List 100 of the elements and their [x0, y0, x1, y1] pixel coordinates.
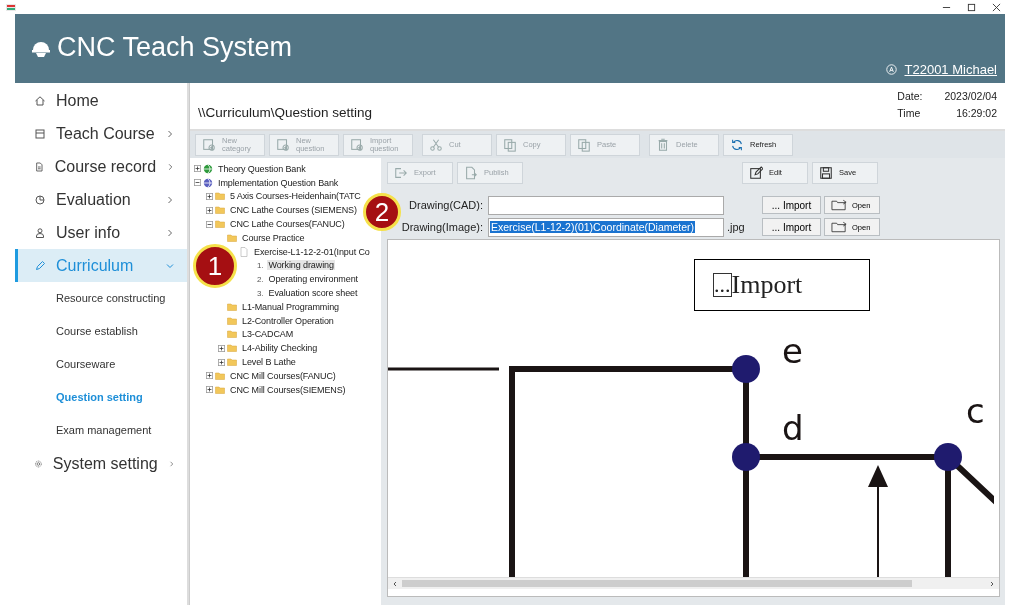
folder-icon [831, 221, 848, 233]
point-marker [934, 443, 962, 471]
horizontal-scrollbar[interactable] [388, 577, 999, 589]
nav-item[interactable]: Teach Course [15, 117, 187, 150]
add-document-icon [350, 137, 364, 152]
nav-subitem[interactable]: Course establish [15, 315, 187, 348]
import-button[interactable]: ... Import [762, 218, 821, 236]
maximize-icon[interactable] [967, 2, 976, 12]
expander-icon[interactable] [194, 165, 201, 173]
folder-icon [215, 205, 225, 216]
tree-item[interactable]: CNC Lathe Courses (SIEMENS) [229, 205, 358, 216]
tree-item[interactable]: L4-Ability Checking [241, 343, 319, 354]
document-arrow-icon [464, 166, 478, 180]
tree-item[interactable]: Working drawing [267, 260, 335, 271]
tree-item[interactable]: Evaluation score sheet [267, 288, 359, 299]
tree-item[interactable]: Exercise-L1-12-2-01(Input Co [253, 246, 371, 257]
copy-icon [503, 137, 517, 152]
point-label: e [782, 331, 803, 371]
folder-icon [215, 384, 225, 395]
expander-icon[interactable] [194, 179, 201, 187]
nav-item[interactable]: System setting [15, 447, 187, 480]
tree-item[interactable]: Implementation Question Bank [217, 177, 340, 188]
time-label: Time [897, 106, 921, 119]
point-marker [732, 355, 760, 383]
date-value: 2023/02/04 [944, 89, 997, 102]
input-field[interactable]: Exercise(L1-12-2)(01)Coordinate(Diameter) [488, 217, 724, 237]
tree-item[interactable]: Theory Question Bank [217, 163, 307, 174]
point-label: d [782, 408, 804, 448]
step-number: 2. [257, 274, 264, 284]
chevron-icon [166, 161, 175, 172]
chevron-icon [165, 128, 175, 139]
nav-subitem[interactable]: Resource constructing [15, 282, 187, 315]
tree-item[interactable]: Operating environment [267, 274, 359, 285]
nav-subitem[interactable]: Exam management [15, 414, 187, 447]
globe-icon [203, 163, 213, 174]
tree-item[interactable]: CNC Lathe Courses(FANUC) [229, 219, 346, 230]
tree-item[interactable]: Course Practice [241, 232, 306, 243]
expander-icon[interactable] [206, 220, 213, 228]
time-value: 16:29:02 [956, 106, 997, 119]
point-label: c [966, 391, 985, 431]
card-icon [34, 127, 46, 140]
date-label: Date: [897, 89, 923, 102]
tree-item[interactable]: L3-CADCAM [241, 329, 295, 340]
expander-icon[interactable] [218, 344, 225, 352]
ellipsis-mark: ... [713, 273, 732, 297]
tree-item[interactable]: 5 Axis Courses-Heidenhain(TATC [229, 191, 362, 202]
step-number: 3. [257, 288, 264, 298]
nav-subitem[interactable]: Question setting [15, 381, 187, 414]
scissors-icon [429, 137, 443, 152]
folder-icon [227, 315, 237, 326]
expander-icon[interactable] [206, 206, 213, 214]
tree-item[interactable]: CNC Mill Courses(FANUC) [229, 370, 337, 381]
note-text: Import [731, 270, 803, 300]
expander-icon[interactable] [218, 358, 225, 366]
document-icon [239, 246, 249, 257]
folder-icon [227, 357, 237, 368]
save-icon [819, 166, 833, 180]
refresh-icon [730, 137, 744, 152]
app-title: CNC Teach System [57, 32, 293, 63]
folder-icon [215, 191, 225, 202]
add-document-icon [202, 137, 216, 152]
import-button[interactable]: ... Import [762, 196, 821, 214]
folder-icon [227, 329, 237, 340]
tree-item[interactable]: L2-Controller Operation [241, 315, 335, 326]
nav-item[interactable]: Course record [15, 150, 187, 183]
breadcrumb: \\Curriculum\Question setting [198, 105, 373, 120]
step-number: 1. [257, 260, 264, 270]
gear-icon [34, 457, 43, 470]
folder-icon [227, 232, 237, 243]
file-extension: .jpg [727, 221, 746, 233]
document-icon [34, 160, 45, 173]
nav-subitem[interactable]: Courseware [15, 348, 187, 381]
tree-item[interactable]: L1-Manual Programming [241, 301, 340, 312]
chevron-icon [165, 194, 175, 205]
app-icon [6, 3, 16, 11]
globe-icon [203, 177, 213, 188]
chevron-icon [165, 227, 175, 238]
user-link[interactable]: T22001 Michael [904, 62, 997, 77]
folder-icon [215, 219, 225, 230]
tree-item[interactable]: Level B Lathe [241, 357, 297, 368]
user-icon [34, 226, 46, 239]
folder-icon [215, 370, 225, 381]
point-marker [732, 443, 760, 471]
tree-item[interactable]: CNC Mill Courses(SIEMENS) [229, 384, 347, 395]
field-label: Drawing(CAD): [408, 199, 483, 211]
expander-icon[interactable] [206, 386, 213, 394]
input-field[interactable] [488, 195, 724, 215]
nav-item[interactable]: User info [15, 216, 187, 249]
edit-icon [749, 166, 763, 180]
expander-icon[interactable] [206, 193, 213, 200]
pie-icon [34, 193, 46, 206]
nav-item[interactable]: Home [15, 84, 187, 117]
export-icon [394, 166, 408, 180]
copy-icon [577, 137, 591, 152]
add-document-icon [276, 137, 290, 152]
nav-item[interactable]: Evaluation [15, 183, 187, 216]
expander-icon[interactable] [206, 372, 213, 380]
close-icon[interactable] [992, 2, 1001, 12]
user-icon [885, 64, 897, 75]
field-label: Drawing(Image): [400, 221, 483, 233]
